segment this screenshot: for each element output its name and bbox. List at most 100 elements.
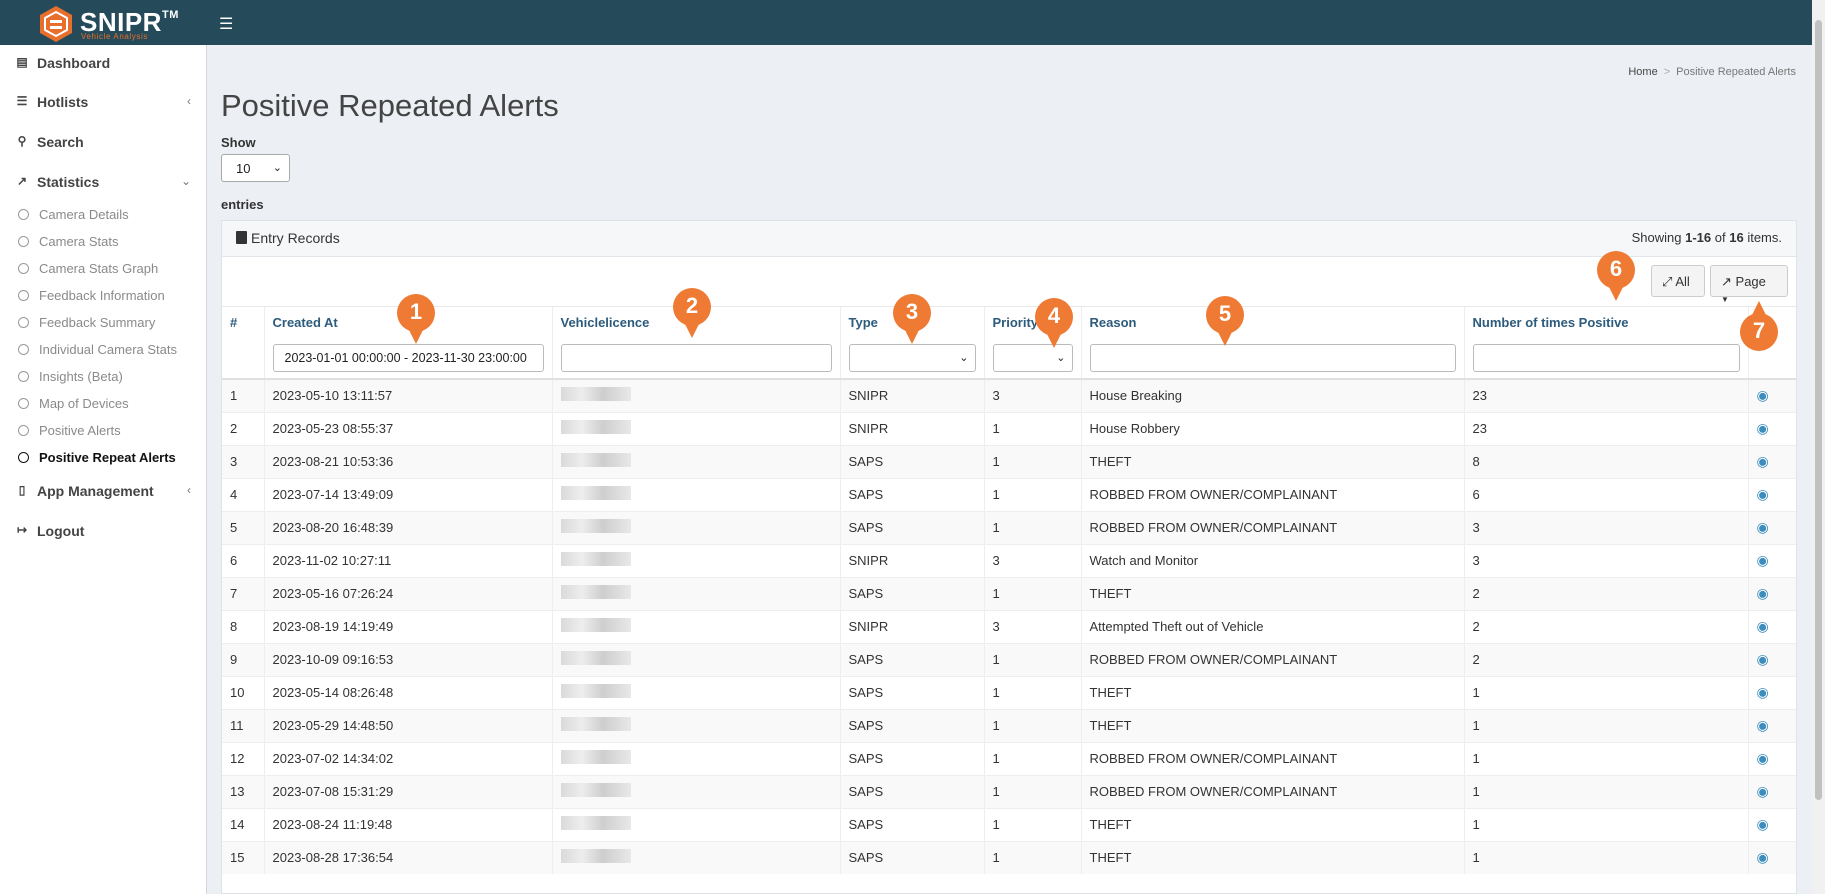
sidebar-item-app-management[interactable]: ▯ App Management ‹	[0, 473, 207, 509]
view-action-cell: ◉	[1748, 708, 1796, 742]
table-row: 10 2023-05-14 08:26:48 SAPS 1 THEFT 1 ◉	[222, 675, 1796, 709]
cell-created-at: 2023-07-02 14:34:02	[264, 741, 553, 775]
type-filter-select[interactable]: ⌄	[848, 343, 976, 372]
list-icon: ☰	[16, 94, 28, 108]
cell-reason: THEFT	[1081, 840, 1465, 874]
circle-icon	[18, 236, 29, 247]
eye-icon[interactable]: ◉	[1757, 849, 1769, 865]
eye-icon[interactable]: ◉	[1757, 453, 1769, 469]
sidebar-sub-map-of-devices[interactable]: Map of Devices	[0, 392, 207, 416]
sidebar-item-statistics[interactable]: ↗ Statistics ⌄	[0, 164, 207, 200]
sidebar-item-search[interactable]: ⚲ Search	[0, 124, 207, 160]
cell-priority: 1	[984, 444, 1082, 478]
table-row: 13 2023-07-08 15:31:29 SAPS 1 ROBBED FROM OW…	[222, 774, 1796, 808]
view-action-cell: ◉	[1748, 840, 1796, 874]
circle-icon	[18, 344, 29, 355]
scroll-thumb[interactable]	[1815, 20, 1822, 800]
cell-priority: 1	[984, 642, 1082, 676]
vehiclelicence-filter[interactable]	[560, 343, 832, 372]
redacted-plate	[560, 684, 631, 698]
cell-priority: 3	[984, 378, 1082, 412]
sidebar-sub-positive-repeat-alerts[interactable]: Positive Repeat Alerts	[0, 446, 207, 470]
redacted-plate	[560, 585, 631, 599]
table-row: 11 2023-05-29 14:48:50 SAPS 1 THEFT 1 ◉	[222, 708, 1796, 742]
cell-created-at: 2023-07-14 13:49:09	[264, 477, 553, 511]
cell-priority: 1	[984, 708, 1082, 742]
redacted-plate	[560, 618, 631, 632]
eye-icon[interactable]: ◉	[1757, 486, 1769, 502]
sidebar-sub-individual-camera-stats[interactable]: Individual Camera Stats	[0, 338, 207, 362]
redacted-plate	[560, 651, 631, 665]
view-action-cell: ◉	[1748, 642, 1796, 676]
page-size-select[interactable]: 10 ⌄	[221, 154, 290, 182]
eye-icon[interactable]: ◉	[1757, 585, 1769, 601]
sidebar-sub-feedback-summary[interactable]: Feedback Summary	[0, 311, 207, 335]
cell-times-positive: 6	[1464, 477, 1749, 511]
sidebar-sub-insights[interactable]: Insights (Beta)	[0, 365, 207, 389]
sidebar-item-logout[interactable]: ↦ Logout	[0, 513, 207, 549]
eye-icon[interactable]: ◉	[1757, 783, 1769, 799]
cell-reason: House Robbery	[1081, 411, 1465, 445]
cell-priority: 1	[984, 510, 1082, 544]
redacted-plate	[560, 552, 631, 566]
cell-times-positive: 1	[1464, 675, 1749, 709]
entry-records-panel: Entry Records Showing 1-16 of 16 items. …	[221, 220, 1797, 894]
cell-type: SAPS	[840, 444, 985, 478]
circle-icon	[18, 452, 29, 463]
export-page-button[interactable]: ↗ Page ▼	[1710, 265, 1788, 304]
cell-reason: ROBBED FROM OWNER/COMPLAINANT	[1081, 741, 1465, 775]
sidebar-sub-positive-alerts[interactable]: Positive Alerts	[0, 419, 207, 443]
cell-reason: ROBBED FROM OWNER/COMPLAINANT	[1081, 510, 1465, 544]
reason-filter[interactable]	[1089, 343, 1456, 372]
show-all-button[interactable]: ⤢ All	[1651, 265, 1705, 297]
table-row: 9 2023-10-09 09:16:53 SAPS 1 ROBBED FROM OWN…	[222, 642, 1796, 676]
breadcrumb: Home > Positive Repeated Alerts	[1628, 66, 1796, 78]
chevron-down-icon: ⌄	[959, 351, 969, 364]
page-scrollbar[interactable]	[1812, 0, 1825, 894]
cell-times-positive: 3	[1464, 510, 1749, 544]
cell-reason: THEFT	[1081, 708, 1465, 742]
filter-row: 2023-01-01 00:00:00 - 2023-11-30 23:00:0…	[222, 337, 1796, 380]
cell-index: 5	[222, 510, 265, 544]
eye-icon[interactable]: ◉	[1757, 618, 1769, 634]
cell-index: 15	[222, 840, 265, 874]
eye-icon[interactable]: ◉	[1757, 750, 1769, 766]
hamburger-icon[interactable]: ☰	[219, 14, 233, 34]
eye-icon[interactable]: ◉	[1757, 519, 1769, 535]
col-header-reason[interactable]: Reason	[1081, 307, 1465, 337]
cell-index: 7	[222, 576, 265, 610]
breadcrumb-home[interactable]: Home	[1628, 66, 1657, 78]
view-action-cell: ◉	[1748, 774, 1796, 808]
sidebar-item-dashboard[interactable]: ▤ Dashboard	[0, 45, 207, 81]
snipr-logo[interactable]: SNIPRTM Vehicle Analysis	[38, 3, 178, 43]
times-positive-filter[interactable]	[1472, 343, 1740, 372]
sidebar-sub-camera-stats-graph[interactable]: Camera Stats Graph	[0, 257, 207, 281]
eye-icon[interactable]: ◉	[1757, 420, 1769, 436]
eye-icon[interactable]: ◉	[1757, 816, 1769, 832]
search-icon: ⚲	[17, 134, 27, 148]
cell-index: 1	[222, 378, 265, 412]
eye-icon[interactable]: ◉	[1757, 651, 1769, 667]
sidebar-sub-camera-details[interactable]: Camera Details	[0, 203, 207, 227]
redacted-plate	[560, 519, 631, 533]
sidebar-sub-feedback-information[interactable]: Feedback Information	[0, 284, 207, 308]
cell-vehiclelicence	[552, 411, 841, 445]
show-label: Show	[221, 135, 256, 150]
eye-icon[interactable]: ◉	[1757, 387, 1769, 403]
results-summary: Showing 1-16 of 16 items.	[1631, 230, 1782, 245]
sidebar-item-hotlists[interactable]: ☰ Hotlists ‹	[0, 84, 207, 120]
table-row: 7 2023-05-16 07:26:24 SAPS 1 THEFT 2 ◉	[222, 576, 1796, 610]
entries-label: entries	[221, 197, 264, 212]
created-at-date-range-filter[interactable]: 2023-01-01 00:00:00 - 2023-11-30 23:00:0…	[272, 343, 544, 372]
eye-icon[interactable]: ◉	[1757, 717, 1769, 733]
eye-icon[interactable]: ◉	[1757, 684, 1769, 700]
redacted-plate	[560, 849, 631, 864]
sidebar-sub-camera-stats[interactable]: Camera Stats	[0, 230, 207, 254]
share-icon: ↗	[1721, 274, 1732, 289]
cell-vehiclelicence	[552, 576, 841, 610]
redacted-plate	[560, 717, 631, 731]
cell-priority: 1	[984, 741, 1082, 775]
col-header-times-positive[interactable]: Number of times Positive	[1464, 307, 1749, 337]
cell-priority: 1	[984, 411, 1082, 445]
eye-icon[interactable]: ◉	[1757, 552, 1769, 568]
